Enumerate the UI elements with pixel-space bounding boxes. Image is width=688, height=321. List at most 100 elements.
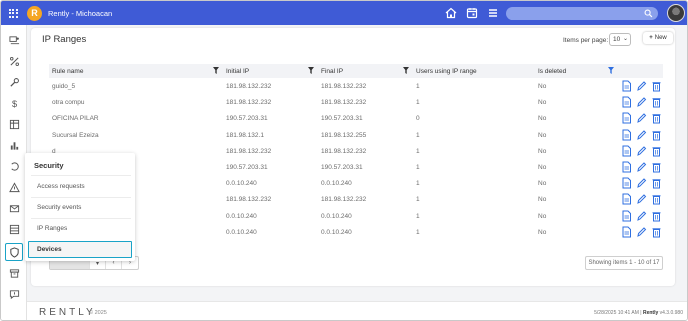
cell-is-deleted: No [538,147,547,155]
document-icon[interactable] [621,226,632,240]
cell-initial-ip: 0.0.10.240 [226,212,257,220]
pencil-icon[interactable] [636,226,647,240]
pencil-icon[interactable] [636,161,647,175]
pencil-icon[interactable] [636,129,647,143]
items-per-page-select[interactable]: 10 ⌄ [609,33,631,46]
table-row[interactable]: d 181.98.132.232 181.98.132.232 1 No [49,143,663,159]
bar-chart-icon[interactable] [6,137,22,153]
table-row[interactable]: OFICINA PILAR 190.57.203.31 190.57.203.31 0… [49,110,663,126]
warning-icon[interactable] [6,179,22,195]
archive-icon[interactable] [6,265,22,281]
sync-icon[interactable] [6,158,22,174]
row-actions [621,210,662,224]
trash-icon[interactable] [651,193,662,207]
apps-grid-icon[interactable] [1,1,25,25]
new-button[interactable]: + New [643,32,673,44]
calendar-icon[interactable] [465,6,479,22]
trash-icon[interactable] [651,226,662,240]
document-icon[interactable] [621,112,632,126]
cell-is-deleted: No [538,228,547,236]
document-icon[interactable] [621,161,632,175]
document-icon[interactable] [621,193,632,207]
trash-icon[interactable] [651,210,662,224]
filter-icon[interactable] [213,67,219,76]
cell-users: 1 [416,99,420,107]
pencil-icon[interactable] [636,193,647,207]
filter-icon[interactable] [308,67,314,76]
pencil-icon[interactable] [636,177,647,191]
cell-initial-ip: 190.57.203.31 [226,163,268,171]
document-icon[interactable] [621,96,632,110]
cell-is-deleted: No [538,212,547,220]
cell-is-deleted: No [538,99,547,107]
ip-ranges-table: Rule name Initial IP Final IP Users usin… [49,64,663,240]
document-icon[interactable] [621,210,632,224]
menu-item-devices-label: Devices [37,246,62,253]
table-row[interactable]: 181.98.132.232 181.98.132.232 1 No [49,191,663,207]
table-row[interactable]: 0.0.10.240 0.0.10.240 1 No [49,208,663,224]
ledger-icon[interactable] [6,116,22,132]
cell-final-ip: 190.57.203.31 [321,115,363,123]
menu-item-access-requests[interactable]: Access requests [37,183,85,190]
pencil-icon[interactable] [636,112,647,126]
home-icon[interactable] [444,6,458,22]
table-row[interactable]: 0.0.10.240 0.0.10.240 1 No [49,175,663,191]
app-window: R Rently - Michoacan $ IP Ranges Items p… [0,0,688,321]
table-icon[interactable] [6,221,22,237]
pencil-icon[interactable] [636,210,647,224]
column-header-final-ip[interactable]: Final IP [321,68,343,75]
search-input[interactable] [506,7,658,20]
plus-icon: + [649,35,653,41]
table-row[interactable]: otra compu 181.98.132.232 181.98.132.232 1 N… [49,94,663,110]
menu-item-devices[interactable]: Devices [28,241,132,258]
cell-rule-name: guido_5 [52,83,76,90]
document-icon[interactable] [621,129,632,143]
trash-icon[interactable] [651,145,662,159]
column-header-initial-ip[interactable]: Initial IP [226,68,249,75]
trash-icon[interactable] [651,129,662,143]
table-row[interactable]: 0.0.10.240 0.0.10.240 1 No [49,224,663,240]
mail-icon[interactable] [6,200,22,216]
table-row[interactable]: 190.57.203.31 190.57.203.31 1 No [49,159,663,175]
menu-item-security-events[interactable]: Security events [37,204,81,211]
table-row[interactable]: Sucursal Ezeiza 181.98.132.1 181.98.132.25… [49,127,663,143]
cell-rule-name: Sucursal Ezeiza [52,131,99,139]
percent-icon[interactable] [6,53,22,69]
cell-initial-ip: 190.57.203.31 [226,115,268,123]
pencil-icon[interactable] [636,145,647,159]
column-header-users[interactable]: Users using IP range [416,68,477,75]
table-row[interactable]: guido_5 181.98.132.232 181.98.132.232 1 No [49,78,663,94]
trash-icon[interactable] [651,112,662,126]
shield-icon[interactable] [5,243,23,261]
document-icon[interactable] [621,177,632,191]
trash-icon[interactable] [651,177,662,191]
cell-is-deleted: No [538,196,547,204]
cell-users: 1 [416,212,420,220]
trash-icon[interactable] [651,96,662,110]
trash-icon[interactable] [651,161,662,175]
cell-final-ip: 181.98.132.232 [321,147,367,155]
document-icon[interactable] [621,145,632,159]
top-bar: R Rently - Michoacan [1,1,687,25]
menu-icon[interactable] [486,6,500,22]
user-avatar[interactable] [667,4,685,22]
filter-icon[interactable] [608,67,614,76]
row-actions [621,80,662,94]
filter-icon[interactable] [403,67,409,76]
feedback-icon[interactable] [6,286,22,302]
trash-icon[interactable] [651,80,662,94]
reservations-icon[interactable] [6,32,22,48]
column-header-rule-name[interactable]: Rule name [52,68,83,75]
items-per-page-value: 10 [613,36,621,43]
column-header-is-deleted[interactable]: Is deleted [538,68,566,75]
cell-initial-ip: 181.98.132.232 [226,83,272,90]
menu-item-ip-ranges[interactable]: IP Ranges [37,225,67,232]
rently-logo[interactable]: R [27,5,42,21]
tools-icon[interactable] [6,74,22,90]
pencil-icon[interactable] [636,96,647,110]
dollar-icon[interactable]: $ [6,95,22,111]
pencil-icon[interactable] [636,80,647,94]
document-icon[interactable] [621,80,632,94]
cell-initial-ip: 181.98.132.232 [226,147,272,155]
row-actions [621,129,662,143]
